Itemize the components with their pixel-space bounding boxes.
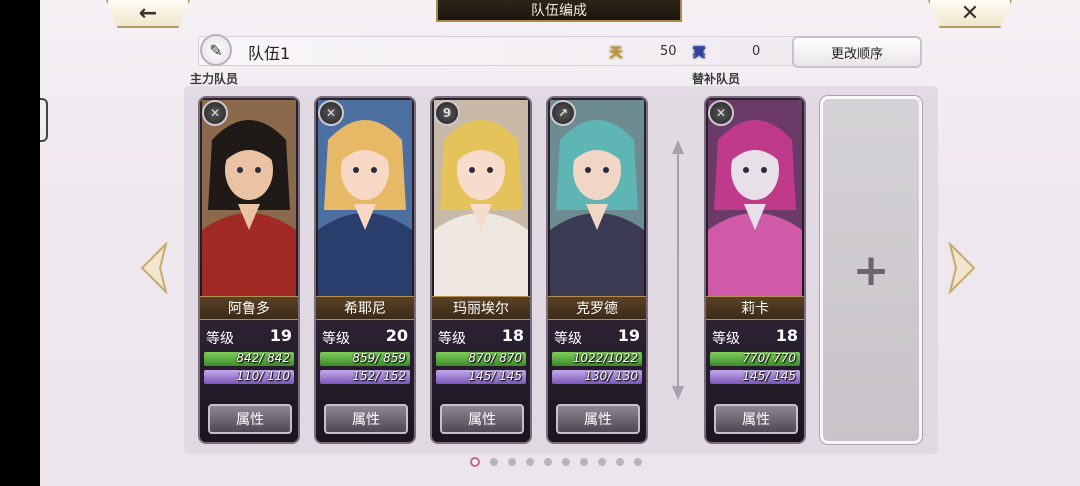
back-arrow-icon: ← <box>138 0 158 26</box>
character-stats: 等级 19 842/ 842 110/ 110 属性 <box>200 320 298 442</box>
mp-bar: 152/ 152 <box>320 369 410 384</box>
sky-cost-icon: 天 <box>609 45 623 61</box>
previous-team-arrow-icon[interactable] <box>140 242 168 294</box>
page-dot[interactable] <box>598 458 606 466</box>
pencil-icon: ✎ <box>209 40 223 60</box>
level-value: 19 <box>269 326 292 345</box>
member-card[interactable]: ✕ 希耶尼 等级 20 859/ 859 152/ 152 属性 <box>314 96 416 444</box>
sub-members-label: 替补队员 <box>692 72 741 86</box>
mp-value: 110/ 110 <box>236 369 290 383</box>
page-dot[interactable] <box>616 458 624 466</box>
member-card[interactable]: ✕ 阿鲁多 等级 19 842/ 842 110/ 110 属性 <box>198 96 300 444</box>
class-icon: ✕ <box>708 100 734 126</box>
team-info-bar <box>198 36 814 66</box>
mp-bar: 145/ 145 <box>710 369 800 384</box>
character-portrait <box>708 100 802 298</box>
character-name: 莉卡 <box>706 296 804 320</box>
character-art <box>202 100 296 298</box>
mp-bar: 110/ 110 <box>204 369 294 384</box>
underworld-cost-icon: 冥 <box>692 45 706 61</box>
hp-bar: 859/ 859 <box>320 351 410 366</box>
page-dot[interactable] <box>562 458 570 466</box>
mp-value: 145/ 145 <box>742 369 796 383</box>
level-value: 19 <box>617 326 640 345</box>
team-name: 队伍1 <box>248 44 291 63</box>
character-portrait <box>434 100 528 298</box>
member-card[interactable]: ✕ 莉卡 等级 18 770/ 770 145/ 145 属性 <box>704 96 806 444</box>
character-stats: 等级 19 1022/1022 130/ 130 属性 <box>548 320 646 442</box>
hp-bar: 770/ 770 <box>710 351 800 366</box>
hp-bar: 842/ 842 <box>204 351 294 366</box>
level-value: 18 <box>501 326 524 345</box>
pagination-dots <box>470 457 642 467</box>
attributes-button[interactable]: 属性 <box>324 404 408 434</box>
level-value: 20 <box>385 326 408 345</box>
team-formation-screen: ← 队伍编成 ✕ ✎ 队伍1 天 50 冥 0 更改顺序 主力队员 替补队员 ✕… <box>40 0 1080 486</box>
page-dot[interactable] <box>490 458 498 466</box>
page-dot[interactable] <box>526 458 534 466</box>
reorder-divider <box>672 140 684 400</box>
level-label: 等级 <box>206 331 234 347</box>
mp-value: 152/ 152 <box>352 369 406 383</box>
level-label: 等级 <box>554 331 582 347</box>
mp-value: 130/ 130 <box>584 369 638 383</box>
level-label: 等级 <box>438 331 466 347</box>
character-art <box>434 100 528 298</box>
page-dot[interactable] <box>508 458 516 466</box>
page-title: 队伍编成 <box>436 0 682 22</box>
page-dot[interactable] <box>580 458 588 466</box>
character-name: 阿鲁多 <box>200 296 298 320</box>
class-icon: ↗ <box>550 100 576 126</box>
underworld-cost-value: 0 <box>752 44 761 59</box>
hp-value: 770/ 770 <box>742 351 796 365</box>
close-icon: ✕ <box>960 0 980 26</box>
character-stats: 等级 18 770/ 770 145/ 145 属性 <box>706 320 804 442</box>
character-portrait <box>318 100 412 298</box>
page-dot[interactable] <box>634 458 642 466</box>
character-name: 希耶尼 <box>316 296 414 320</box>
level-label: 等级 <box>712 331 740 347</box>
member-card[interactable]: 9 玛丽埃尔 等级 18 870/ 870 145/ 145 属性 <box>430 96 532 444</box>
character-name: 玛丽埃尔 <box>432 296 530 320</box>
mp-bar: 145/ 145 <box>436 369 526 384</box>
edit-team-name-button[interactable]: ✎ <box>200 34 232 66</box>
character-stats: 等级 18 870/ 870 145/ 145 属性 <box>432 320 530 442</box>
character-art <box>318 100 412 298</box>
member-card[interactable]: ↗ 克罗德 等级 19 1022/1022 130/ 130 属性 <box>546 96 648 444</box>
attributes-button[interactable]: 属性 <box>440 404 524 434</box>
attributes-button[interactable]: 属性 <box>208 404 292 434</box>
attributes-button[interactable]: 属性 <box>714 404 798 434</box>
level-value: 18 <box>775 326 798 345</box>
mp-bar: 130/ 130 <box>552 369 642 384</box>
screen-notch <box>40 98 48 142</box>
attributes-button[interactable]: 属性 <box>556 404 640 434</box>
hp-bar: 870/ 870 <box>436 351 526 366</box>
level-label: 等级 <box>322 331 350 347</box>
hp-value: 870/ 870 <box>468 351 522 365</box>
character-art <box>550 100 644 298</box>
sky-cost-value: 50 <box>660 44 677 59</box>
mp-value: 145/ 145 <box>468 369 522 383</box>
hp-value: 842/ 842 <box>236 351 290 365</box>
page-dot[interactable] <box>544 458 552 466</box>
character-portrait <box>202 100 296 298</box>
plus-icon: + <box>852 244 890 296</box>
character-art <box>708 100 802 298</box>
main-members-label: 主力队员 <box>190 72 239 86</box>
class-icon: 9 <box>434 100 460 126</box>
empty-sub-slot[interactable]: + <box>820 96 922 444</box>
character-name: 克罗德 <box>548 296 646 320</box>
hp-value: 1022/1022 <box>572 351 638 365</box>
character-portrait <box>550 100 644 298</box>
hp-value: 859/ 859 <box>352 351 406 365</box>
page-dot[interactable] <box>470 457 480 467</box>
close-button[interactable]: ✕ <box>928 0 1012 28</box>
next-team-arrow-icon[interactable] <box>948 242 976 294</box>
class-icon: ✕ <box>202 100 228 126</box>
hp-bar: 1022/1022 <box>552 351 642 366</box>
back-button[interactable]: ← <box>106 0 190 28</box>
class-icon: ✕ <box>318 100 344 126</box>
change-order-button[interactable]: 更改顺序 <box>792 36 922 68</box>
character-stats: 等级 20 859/ 859 152/ 152 属性 <box>316 320 414 442</box>
